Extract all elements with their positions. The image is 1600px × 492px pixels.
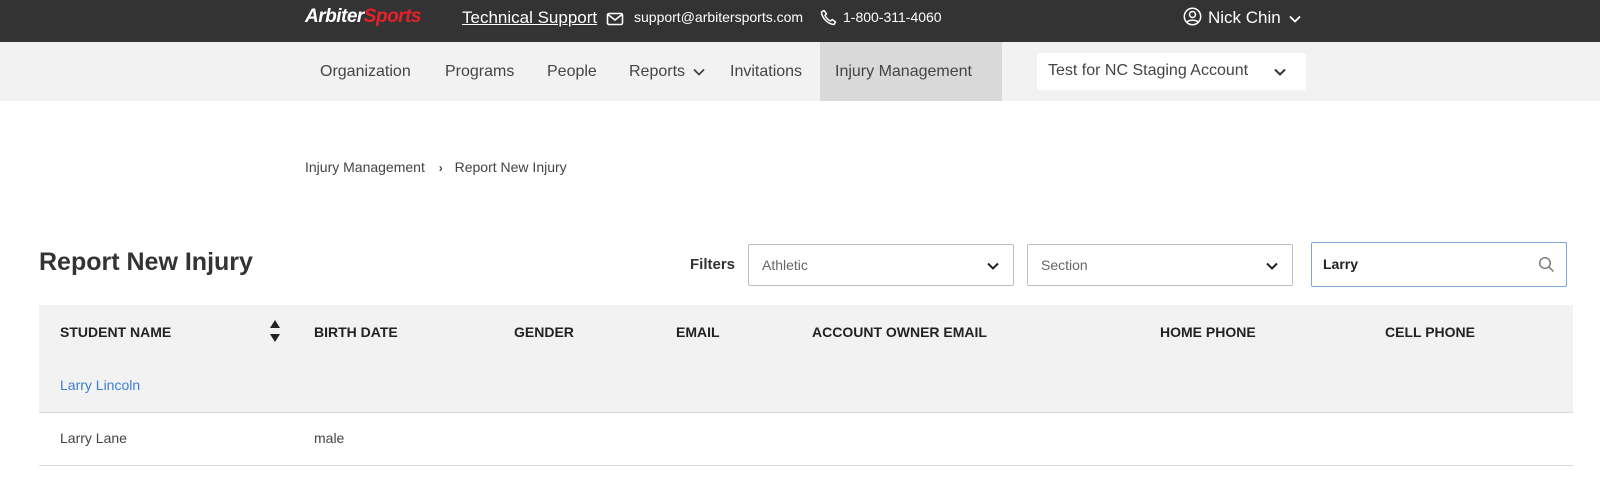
student-name-link[interactable]: Larry Lincoln (60, 377, 140, 393)
chevron-down-icon (1266, 262, 1278, 270)
column-header-cell-phone: CELL PHONE (1385, 324, 1475, 340)
logo-text-arbiter: Arbiter (305, 6, 364, 27)
reports-chevron-down-icon[interactable] (692, 65, 706, 79)
table-row[interactable]: Larry Lincoln (39, 360, 1573, 413)
nav-item-reports[interactable]: Reports (629, 42, 685, 101)
arbiter-sports-logo[interactable]: ArbiterSports (305, 6, 421, 28)
nav-item-injury-management[interactable]: Injury Management (820, 42, 1002, 101)
section-filter-select[interactable]: Section (1027, 244, 1293, 286)
table-row[interactable]: Larry Lane male (39, 413, 1573, 466)
search-icon[interactable] (1538, 256, 1555, 273)
student-name-cell: Larry Lane (60, 430, 127, 446)
nav-item-programs[interactable]: Programs (445, 42, 514, 101)
user-circle-icon[interactable] (1183, 7, 1202, 26)
account-selector-value: Test for NC Staging Account (1048, 62, 1249, 79)
chevron-right-icon: › (438, 161, 443, 175)
student-search-box[interactable] (1311, 242, 1567, 287)
birth-date-cell: male (314, 430, 345, 446)
column-header-home-phone: HOME PHONE (1160, 324, 1256, 340)
sort-icon[interactable] (269, 318, 281, 344)
page-title: Report New Injury (39, 248, 253, 276)
account-selector[interactable]: Test for NC Staging Account (1037, 53, 1306, 90)
phone-icon (820, 9, 837, 26)
logo-text-sports: Sports (363, 6, 422, 27)
column-header-birth-date: BIRTH DATE (314, 324, 398, 340)
technical-support-link[interactable]: Technical Support (462, 8, 597, 28)
nav-item-invitations[interactable]: Invitations (730, 42, 802, 101)
breadcrumb-injury-management[interactable]: Injury Management (305, 159, 425, 175)
table-header: STUDENT NAME BIRTH DATE GENDER EMAIL ACC… (39, 305, 1573, 360)
column-header-email: EMAIL (676, 324, 720, 340)
breadcrumb-current: Report New Injury (454, 159, 567, 175)
athletic-filter-select[interactable]: Athletic (748, 244, 1014, 286)
breadcrumb: Injury Management › Report New Injury (305, 159, 567, 175)
user-menu[interactable]: Nick Chin (1208, 8, 1281, 28)
support-phone-link[interactable]: 1-800-311-4060 (843, 9, 942, 25)
chevron-down-icon (987, 262, 999, 270)
student-search-input[interactable] (1323, 256, 1523, 272)
nav-item-organization[interactable]: Organization (320, 42, 411, 101)
support-email-link[interactable]: support@arbitersports.com (634, 9, 803, 25)
column-header-gender: GENDER (514, 324, 574, 340)
column-header-account-owner-email: ACCOUNT OWNER EMAIL (812, 324, 987, 340)
mail-icon (606, 12, 624, 26)
top-bar: ArbiterSports Technical Support support@… (0, 0, 1600, 42)
chevron-down-icon[interactable] (1288, 12, 1302, 26)
athletic-filter-value: Athletic (762, 257, 808, 273)
students-table: STUDENT NAME BIRTH DATE GENDER EMAIL ACC… (39, 305, 1573, 466)
main-nav: Organization Programs People Reports Inv… (0, 42, 1600, 101)
nav-item-people[interactable]: People (547, 42, 597, 101)
chevron-down-icon (1274, 68, 1286, 76)
filters-label: Filters (690, 256, 736, 273)
column-header-student-name[interactable]: STUDENT NAME (60, 324, 171, 340)
section-filter-value: Section (1041, 257, 1088, 273)
